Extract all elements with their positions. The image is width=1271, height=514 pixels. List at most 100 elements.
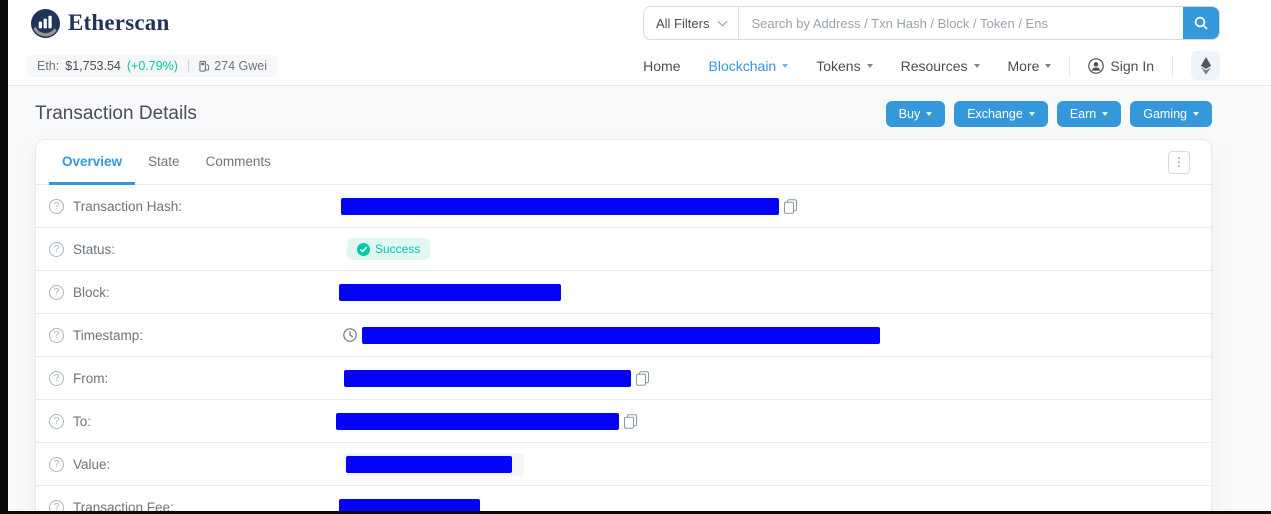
table-row: ? Block:	[36, 271, 1211, 314]
table-row: ? Status: Success	[36, 228, 1211, 271]
redacted-value	[339, 499, 480, 514]
row-value	[339, 499, 480, 514]
page-heading: Transaction Details Buy Exchange Earn Gamin…	[8, 86, 1271, 139]
row-label: ?To:	[49, 414, 339, 429]
kebab-menu-icon[interactable]: ⋮	[1168, 151, 1190, 174]
nav-item-home[interactable]: Home	[643, 58, 680, 74]
nav-item-blockchain[interactable]: Blockchain	[709, 58, 789, 74]
row-value: Success	[339, 238, 430, 260]
row-value	[339, 413, 637, 430]
chevron-down-icon	[974, 64, 980, 68]
row-label-text: Status:	[73, 242, 115, 257]
top-header: Etherscan All Filters	[8, 0, 1271, 46]
etherscan-logo-icon	[30, 8, 61, 39]
table-row: ? From:	[36, 357, 1211, 400]
chevron-down-icon	[718, 16, 728, 26]
exchange-button[interactable]: Exchange	[954, 101, 1048, 127]
row-label-text: Transaction Hash:	[73, 199, 182, 214]
nav-item-more[interactable]: More	[1008, 58, 1052, 74]
app-window: Etherscan All Filters Eth: $1,753.54	[0, 0, 1271, 514]
nav-item-tokens[interactable]: Tokens	[816, 58, 872, 74]
gaming-button[interactable]: Gaming	[1130, 101, 1212, 127]
search-button[interactable]	[1183, 7, 1219, 39]
person-icon	[1088, 58, 1104, 74]
secondary-header: Eth: $1,753.54 (+0.79%) | 274 Gwei Home B…	[8, 46, 1271, 86]
ethereum-icon	[1200, 57, 1212, 75]
search-filter-label: All Filters	[656, 16, 709, 31]
row-label-text: Transaction Fee:	[73, 500, 174, 514]
nav-divider	[1172, 56, 1173, 76]
eth-price[interactable]: $1,753.54	[65, 59, 121, 73]
gas-price: 274 Gwei	[214, 59, 267, 73]
action-buttons: Buy Exchange Earn Gaming	[886, 101, 1212, 127]
buy-button[interactable]: Buy	[886, 101, 946, 127]
table-row: ? Transaction Fee:	[36, 486, 1211, 514]
nav-item-resources[interactable]: Resources	[901, 58, 980, 74]
chevron-down-icon	[867, 64, 873, 68]
row-label: ? Status:	[49, 242, 339, 257]
network-switch-button[interactable]	[1191, 51, 1220, 80]
chevron-down-icon	[1193, 112, 1199, 116]
main-nav: Home Blockchain Tokens Resources More Sign I…	[643, 51, 1220, 80]
ticker-divider: |	[184, 59, 193, 73]
row-label: ? Transaction Fee:	[49, 500, 339, 514]
table-row: ?Value:	[36, 443, 1211, 486]
row-value	[339, 370, 649, 387]
question-circle-icon[interactable]: ?	[49, 414, 64, 429]
tab-state[interactable]: State	[135, 140, 193, 185]
copy-icon[interactable]	[624, 414, 637, 429]
question-circle-icon[interactable]: ?	[49, 371, 64, 386]
eth-price-ticker: Eth: $1,753.54 (+0.79%) | 274 Gwei	[27, 55, 277, 77]
row-label-text: Timestamp:	[73, 328, 143, 343]
gas-pump-icon	[199, 60, 210, 72]
question-circle-icon[interactable]: ?	[49, 285, 64, 300]
copy-icon[interactable]	[784, 199, 797, 214]
redacted-value	[341, 198, 779, 215]
tab-comments[interactable]: Comments	[193, 140, 284, 185]
etherscan-logo[interactable]: Etherscan	[30, 8, 169, 39]
row-label-text: From:	[73, 371, 108, 386]
redacted-value	[362, 327, 880, 344]
search-input[interactable]	[739, 7, 1183, 39]
row-label: ?Value:	[49, 457, 339, 472]
chevron-down-icon	[1045, 64, 1051, 68]
nav-divider	[1069, 56, 1070, 76]
sign-in-button[interactable]: Sign In	[1088, 58, 1154, 74]
search-filter-dropdown[interactable]: All Filters	[644, 7, 739, 39]
copy-icon[interactable]	[636, 371, 649, 386]
row-label: ? From:	[49, 371, 339, 386]
search-icon	[1194, 16, 1208, 30]
row-value	[339, 327, 880, 344]
page-title: Transaction Details	[35, 103, 197, 125]
question-circle-icon[interactable]: ?	[49, 199, 64, 214]
row-label: ? Block:	[49, 285, 339, 300]
status-badge-label: Success	[375, 242, 420, 256]
redacted-value	[344, 370, 631, 387]
gas-tracker[interactable]: 274 Gwei	[199, 59, 267, 73]
table-row: ? Transaction Hash:	[36, 185, 1211, 228]
row-value	[339, 453, 524, 476]
redacted-value	[339, 284, 561, 301]
rows: ? Transaction Hash:? Status: Success? Block:…	[36, 185, 1211, 514]
tabs: OverviewStateComments	[49, 140, 284, 184]
tab-overview[interactable]: Overview	[49, 140, 135, 185]
chevron-down-icon	[926, 112, 932, 116]
value-pill	[344, 453, 524, 476]
earn-button[interactable]: Earn	[1057, 101, 1121, 127]
nav-links: Home Blockchain Tokens Resources More	[643, 58, 1051, 74]
question-circle-icon[interactable]: ?	[49, 328, 64, 343]
eth-price-change: (+0.79%)	[127, 59, 178, 73]
chevron-down-icon	[1029, 112, 1035, 116]
brand-name: Etherscan	[68, 10, 169, 36]
status-badge: Success	[347, 238, 430, 260]
question-circle-icon[interactable]: ?	[49, 457, 64, 472]
question-circle-icon[interactable]: ?	[49, 242, 64, 257]
transaction-details-card: OverviewStateComments ⋮ ? Transaction Has…	[35, 139, 1212, 514]
row-label-text: Block:	[73, 285, 110, 300]
row-value	[339, 284, 561, 301]
question-circle-icon[interactable]: ?	[49, 500, 64, 514]
check-circle-icon	[357, 243, 370, 256]
sign-in-label: Sign In	[1110, 58, 1154, 74]
row-label: ? Transaction Hash:	[49, 199, 339, 214]
chevron-down-icon	[782, 64, 788, 68]
